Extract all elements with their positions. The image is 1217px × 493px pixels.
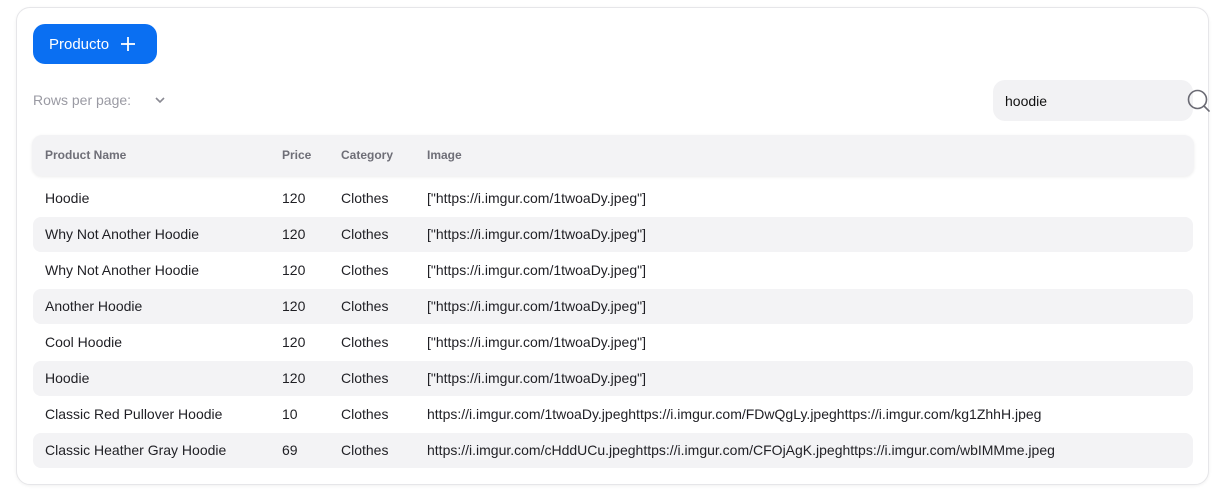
cell-product-name: Another Hoodie <box>45 298 143 314</box>
cell-product-name: Classic Red Pullover Hoodie <box>45 406 223 422</box>
plus-icon <box>121 37 136 51</box>
table-row[interactable]: Cool Hoodie 120 Clothes ["https://i.imgur.c… <box>33 325 1193 360</box>
cell-image: ["https://i.imgur.com/1twoaDy.jpeg"] <box>427 262 646 278</box>
add-product-label: Producto <box>49 35 110 53</box>
chevron-down-icon <box>155 97 165 104</box>
cell-image: ["https://i.imgur.com/1twoaDy.jpeg"] <box>427 226 646 242</box>
column-header-product-name[interactable]: Product Name <box>45 135 126 176</box>
cell-product-name: Why Not Another Hoodie <box>45 262 200 278</box>
table-row[interactable]: Hoodie 120 Clothes ["https://i.imgur.com/1t… <box>33 181 1193 216</box>
cell-product-name: Hoodie <box>45 370 90 386</box>
rows-per-page-label: Rows per page: <box>33 92 132 108</box>
column-header-image[interactable]: Image <box>427 135 462 176</box>
cell-product-name: Why Not Another Hoodie <box>45 226 200 242</box>
cell-category: Clothes <box>341 406 389 422</box>
cell-image: ["https://i.imgur.com/1twoaDy.jpeg"] <box>427 334 646 350</box>
cell-price: 120 <box>282 298 306 314</box>
cell-price: 69 <box>282 442 298 458</box>
column-header-category[interactable]: Category <box>341 135 393 176</box>
cell-product-name: Hoodie <box>45 190 90 206</box>
table-row[interactable]: Classic Heather Gray Hoodie 69 Clothes http… <box>33 433 1193 468</box>
cell-image: ["https://i.imgur.com/1twoaDy.jpeg"] <box>427 298 646 314</box>
search-box <box>993 80 1210 121</box>
table-header: Product Name Price Category Image <box>32 135 1194 176</box>
cell-category: Clothes <box>341 190 389 206</box>
table-row[interactable]: Classic Red Pullover Hoodie 10 Clothes http… <box>33 397 1193 432</box>
cell-product-name: Classic Heather Gray Hoodie <box>45 442 227 458</box>
search-input[interactable] <box>1005 92 1186 109</box>
add-product-button[interactable]: Producto <box>33 24 157 64</box>
search-icon[interactable] <box>1186 88 1212 114</box>
cell-category: Clothes <box>341 226 389 242</box>
cell-image: https://i.imgur.com/1twoaDy.jpeghttps://… <box>427 406 1042 422</box>
cell-category: Clothes <box>341 262 389 278</box>
cell-price: 120 <box>282 226 306 242</box>
cell-price: 120 <box>282 190 306 206</box>
cell-category: Clothes <box>341 442 389 458</box>
cell-image: https://i.imgur.com/cHddUCu.jpeghttps://… <box>427 442 1055 458</box>
table-row[interactable]: Hoodie 120 Clothes ["https://i.imgur.com/1t… <box>33 361 1193 396</box>
rows-per-page: Rows per page: <box>33 90 167 110</box>
cell-category: Clothes <box>341 334 389 350</box>
cell-price: 120 <box>282 370 306 386</box>
table-row[interactable]: Another Hoodie 120 Clothes ["https://i.imgu… <box>33 289 1193 324</box>
cell-category: Clothes <box>341 298 389 314</box>
column-header-price[interactable]: Price <box>282 135 311 176</box>
cell-image: ["https://i.imgur.com/1twoaDy.jpeg"] <box>427 190 646 206</box>
cell-price: 120 <box>282 334 306 350</box>
cell-price: 10 <box>282 406 298 422</box>
cell-image: ["https://i.imgur.com/1twoaDy.jpeg"] <box>427 370 646 386</box>
cell-product-name: Cool Hoodie <box>45 334 123 350</box>
table-row[interactable]: Why Not Another Hoodie 120 Clothes ["https:… <box>33 217 1193 252</box>
table-row[interactable]: Why Not Another Hoodie 120 Clothes ["https:… <box>33 253 1193 288</box>
cell-category: Clothes <box>341 370 389 386</box>
cell-price: 120 <box>282 262 306 278</box>
rows-per-page-select[interactable] <box>153 93 167 107</box>
